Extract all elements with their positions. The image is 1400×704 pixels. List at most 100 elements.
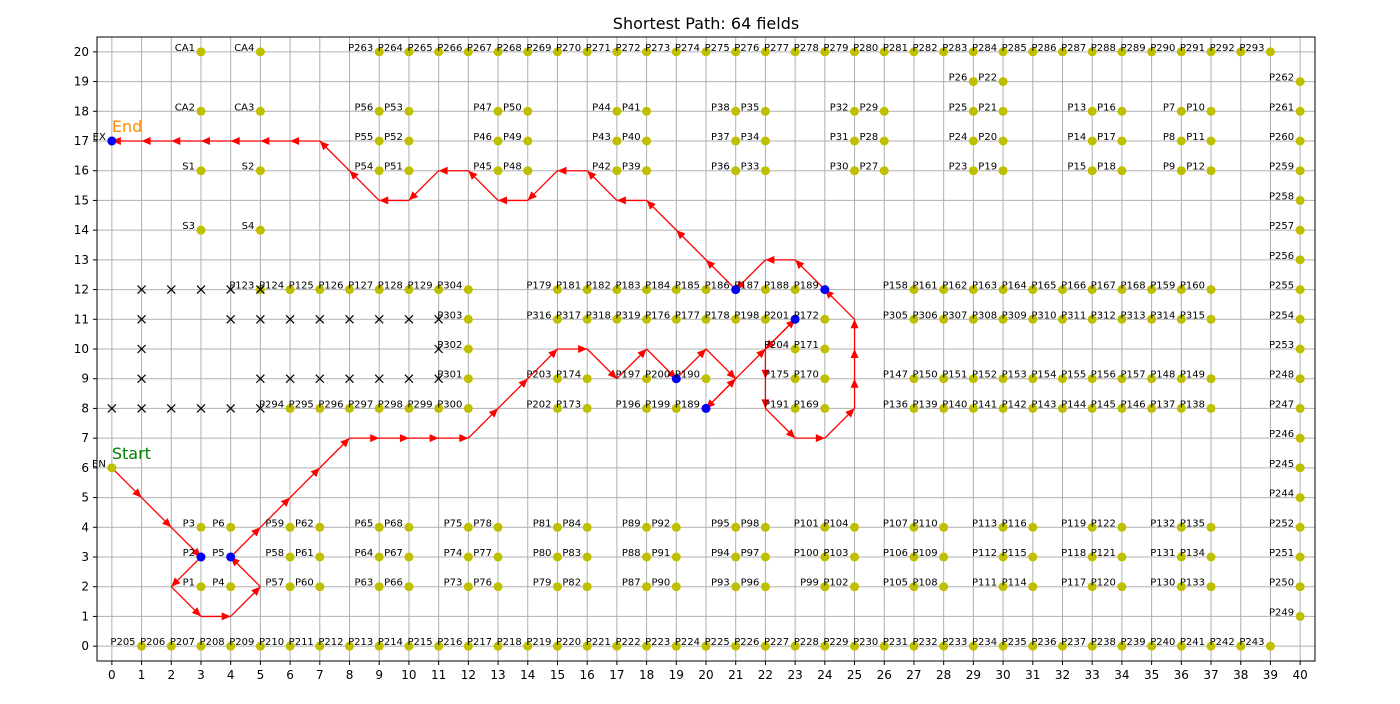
field-point-label: P108	[913, 578, 938, 589]
tick-label-x: 37	[1203, 668, 1218, 682]
field-point	[820, 314, 830, 324]
field-point-label: P94	[711, 548, 730, 559]
field-point	[1206, 314, 1216, 324]
field-point	[939, 552, 949, 562]
field-point	[1176, 106, 1186, 116]
field-point-label: P290	[1150, 43, 1175, 54]
field-point	[315, 522, 325, 532]
tick-label-x: 25	[847, 668, 862, 682]
field-point-label: P2	[183, 548, 195, 559]
field-point	[493, 166, 503, 176]
field-point-label: P88	[622, 548, 641, 559]
field-point-label: P126	[318, 281, 343, 292]
field-point	[760, 166, 770, 176]
field-point-label: P257	[1269, 221, 1294, 232]
field-point-label: P272	[615, 43, 640, 54]
field-point-label: P124	[259, 281, 284, 292]
field-point-label: P235	[1002, 637, 1027, 648]
field-point-label: P216	[437, 637, 462, 648]
field-point	[374, 582, 384, 592]
field-point-label: P267	[467, 43, 492, 54]
field-point	[552, 582, 562, 592]
tick-label-y: 0	[81, 639, 89, 653]
field-point-label: P158	[883, 281, 908, 292]
field-point-label: P64	[354, 548, 373, 559]
field-point	[315, 552, 325, 562]
field-point-label: P164	[1002, 281, 1027, 292]
field-point-label: P165	[1031, 281, 1056, 292]
field-point	[463, 314, 473, 324]
field-point-label: P223	[645, 637, 670, 648]
tick-label-x: 24	[817, 668, 832, 682]
field-point-label: P246	[1269, 429, 1294, 440]
field-point-label: P238	[1091, 637, 1116, 648]
field-point	[1265, 47, 1275, 57]
field-point	[642, 136, 652, 146]
field-point-label: P54	[354, 162, 373, 173]
field-point-label: P140	[942, 399, 967, 410]
tick-label-y: 16	[74, 164, 89, 178]
tick-label-x: 0	[108, 668, 116, 682]
field-point	[968, 106, 978, 116]
field-point	[523, 106, 533, 116]
tick-label-x: 2	[167, 668, 175, 682]
field-point-label: P114	[1002, 578, 1027, 589]
field-point-label: P176	[645, 310, 670, 321]
field-point-label: P187	[734, 281, 759, 292]
field-point	[1206, 403, 1216, 413]
field-point-label: P98	[741, 518, 760, 529]
field-point-label: P252	[1269, 518, 1294, 529]
field-point-label: P248	[1269, 370, 1294, 381]
field-point	[1028, 552, 1038, 562]
field-point	[523, 136, 533, 146]
field-point-label: P113	[972, 518, 997, 529]
field-point-label: P204	[764, 340, 789, 351]
field-point	[1295, 255, 1305, 265]
field-point-label: P203	[526, 370, 551, 381]
field-point-label: P271	[586, 43, 611, 54]
field-point-label: P57	[265, 578, 284, 589]
field-point-label: P291	[1180, 43, 1205, 54]
field-point-label: P212	[318, 637, 343, 648]
tick-label-x: 14	[520, 668, 535, 682]
field-point	[1295, 463, 1305, 473]
field-point-label: P1	[183, 578, 195, 589]
tick-label-x: 10	[401, 668, 416, 682]
field-point	[760, 522, 770, 532]
field-point-label: P169	[794, 399, 819, 410]
field-point-label: P82	[562, 578, 581, 589]
field-point-label: P205	[110, 637, 135, 648]
field-point	[582, 403, 592, 413]
field-point	[404, 106, 414, 116]
field-point-label: P13	[1067, 102, 1086, 113]
field-point	[968, 136, 978, 146]
tick-label-x: 30	[995, 668, 1010, 682]
field-point	[226, 522, 236, 532]
field-point-label: P231	[883, 637, 908, 648]
field-point	[671, 522, 681, 532]
field-point-label: P308	[972, 310, 997, 321]
field-point-label: P119	[1061, 518, 1086, 529]
field-point-label: P47	[473, 102, 492, 113]
field-point	[582, 552, 592, 562]
field-point-label: P209	[229, 637, 254, 648]
special-point	[107, 136, 117, 146]
field-point-label: P11	[1186, 132, 1205, 143]
tick-label-x: 28	[936, 668, 951, 682]
field-point-label: P206	[140, 637, 165, 648]
field-point	[493, 522, 503, 532]
field-point-label: P6	[212, 518, 224, 529]
field-point-label: P262	[1269, 73, 1294, 84]
field-point	[1206, 374, 1216, 384]
field-point-label: P227	[764, 637, 789, 648]
field-point-label: P159	[1150, 281, 1175, 292]
field-point-label: P141	[972, 399, 997, 410]
field-point	[1295, 285, 1305, 295]
field-point-label: P30	[830, 162, 849, 173]
field-point-label: P297	[348, 399, 373, 410]
field-point-label: P221	[586, 637, 611, 648]
tick-label-x: 40	[1293, 668, 1308, 682]
field-point	[760, 552, 770, 562]
field-point	[1295, 611, 1305, 621]
field-point-label: EX	[93, 132, 106, 143]
